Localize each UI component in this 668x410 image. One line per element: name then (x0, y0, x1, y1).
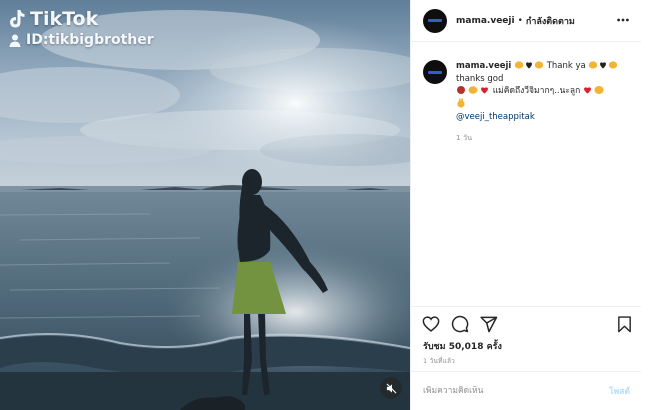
caption-avatar[interactable] (423, 60, 447, 84)
emoji-bouquet-muscle-heart-icon (457, 86, 488, 94)
emoji-victory-hand-icon (457, 98, 465, 108)
views-count[interactable]: รับชม 50,018 ครั้ง (423, 339, 502, 353)
post-timestamp[interactable]: 1 วันที่แล้ว (423, 356, 455, 366)
bookmark-icon (617, 315, 631, 332)
actions-divider (411, 306, 642, 307)
add-comment-bar: โพสต์ (411, 371, 642, 410)
author-avatar[interactable] (423, 8, 447, 33)
post-actions (421, 314, 499, 336)
mute-toggle-button[interactable] (380, 377, 402, 399)
more-options-button[interactable] (616, 13, 630, 27)
tiktok-logo-icon (10, 10, 25, 28)
avatar-image (428, 70, 442, 74)
caption-username-link[interactable]: mama.veeji (456, 61, 511, 71)
following-status-button[interactable]: กำลังติดตาม (526, 14, 575, 28)
share-button[interactable] (479, 314, 499, 334)
avatar-image (428, 19, 442, 22)
caption-line1: Thank ya (546, 61, 586, 71)
more-options-icon (617, 18, 629, 22)
post-video[interactable]: TikTok ID:tikbigbrother (0, 0, 410, 410)
post-caption: mama.veeji Thank ya thanks god แม่คิดถึง… (423, 60, 635, 144)
comment-icon (451, 315, 469, 333)
speaker-muted-icon (386, 383, 396, 393)
emoji-heart-ok-hand-icon (583, 86, 604, 94)
caption-timestamp[interactable]: 1 วัน (456, 132, 618, 145)
watermark-brand: TikTok (30, 8, 99, 30)
emoji-hands-heart-icon (514, 61, 544, 69)
video-frame-image (0, 0, 410, 410)
comment-input[interactable] (423, 386, 583, 396)
post-comment-button[interactable]: โพสต์ (609, 384, 630, 398)
post-header: mama.veeji • กำลังติดตาม (411, 0, 642, 42)
caption-line2: thanks god (456, 73, 504, 84)
user-silhouette-icon (9, 34, 21, 47)
emoji-hands-heart-icon (589, 61, 618, 69)
heart-icon (422, 316, 440, 332)
watermark-id: ID:tikbigbrother (26, 32, 154, 48)
author-username-link[interactable]: mama.veeji (456, 16, 515, 26)
save-button[interactable] (614, 314, 634, 334)
caption-line3: แม่คิดถึงวีจิมากๆ..นะลูก (492, 86, 581, 96)
page-gutter (641, 0, 668, 410)
like-button[interactable] (421, 314, 441, 334)
post-details-panel: mama.veeji • กำลังติดตาม mama.veeji Than… (410, 0, 642, 410)
share-icon (480, 316, 498, 332)
caption-body: mama.veeji Thank ya thanks god แม่คิดถึง… (456, 60, 618, 144)
comment-button[interactable] (450, 314, 470, 334)
tiktok-watermark: TikTok ID:tikbigbrother (8, 8, 154, 48)
header-separator: • (517, 15, 523, 26)
instagram-post-frame: TikTok ID:tikbigbrother mama.veeji • กำล… (0, 0, 668, 410)
caption-mention-link[interactable]: @veeji_theappitak (456, 111, 618, 124)
